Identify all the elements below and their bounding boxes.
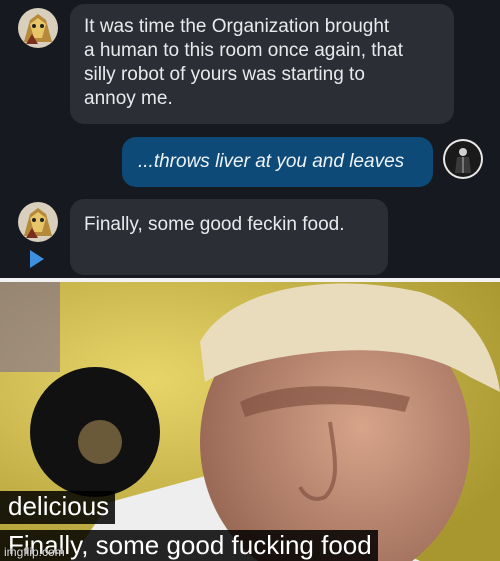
message-text: annoy me. xyxy=(84,88,173,109)
message-bubble: It was time the Organization brought a h… xyxy=(70,4,454,124)
message-text: It was time the Organization brought xyxy=(84,16,390,37)
bot-avatar[interactable] xyxy=(18,202,58,242)
user-avatar[interactable] xyxy=(443,139,483,179)
user-message-bubble: ...throws liver at you and leaves xyxy=(122,137,433,187)
bot-avatar-image xyxy=(18,8,58,48)
user-avatar-image xyxy=(443,139,483,179)
bot-avatar[interactable] xyxy=(18,8,58,48)
message-text: ...throws liver at you and leaves xyxy=(138,151,405,172)
message-bubble: Finally, some good feckin food. xyxy=(70,199,388,275)
message-text: a human to this room once again, that xyxy=(84,40,403,61)
chat-panel: It was time the Organization brought a h… xyxy=(0,0,500,278)
meme-image: delicious Finally, some good fucking foo… xyxy=(0,282,500,561)
message-text: silly robot of yours was starting to xyxy=(84,64,365,85)
meme-caption-top: delicious xyxy=(0,491,116,524)
message-text: Finally, some good feckin food. xyxy=(84,214,345,235)
watermark: imgflip.com xyxy=(4,545,65,559)
play-icon[interactable] xyxy=(30,250,44,268)
bot-avatar-image xyxy=(18,202,58,242)
